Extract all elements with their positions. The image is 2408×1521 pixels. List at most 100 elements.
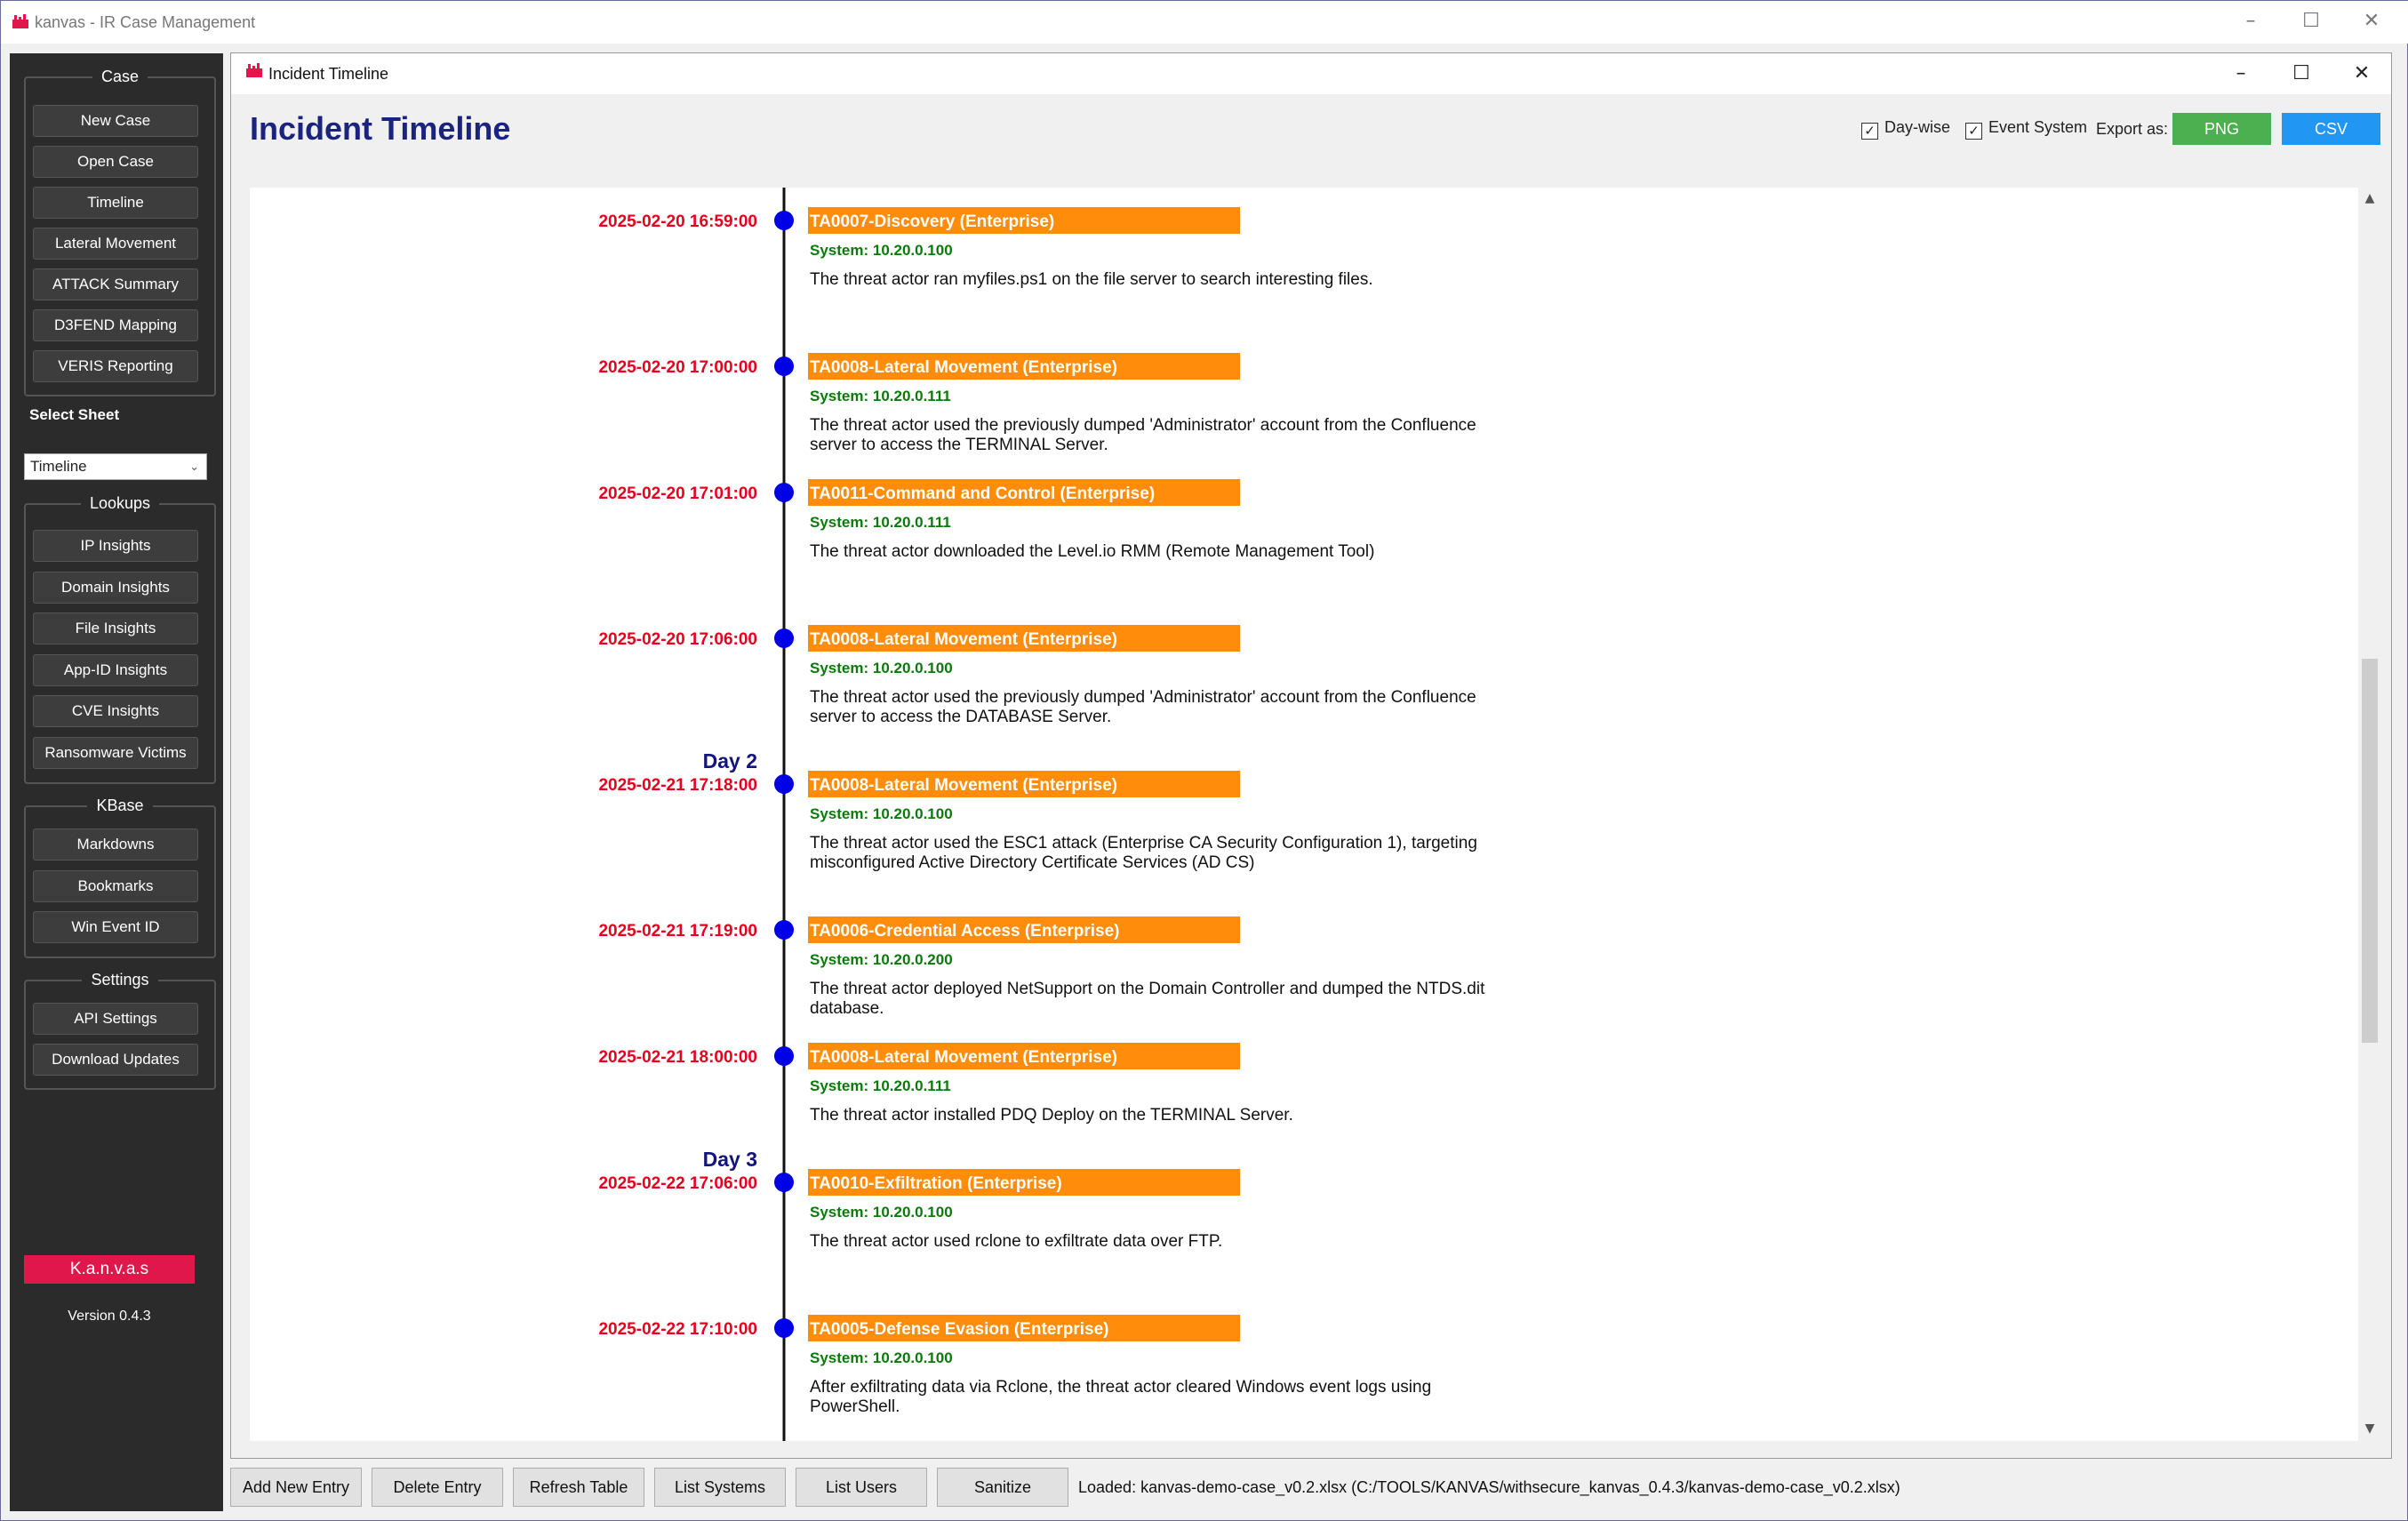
veris-reporting-button[interactable]: VERIS Reporting [33,350,198,382]
app-title: kanvas - IR Case Management [35,13,256,31]
tactic-label: TA0011-Command and Control (Enterprise) [810,484,1155,503]
timeline-button[interactable]: Timeline [33,187,198,219]
markdowns-button[interactable]: Markdowns [33,829,198,861]
bottom-toolbar: Add New Entry Delete Entry Refresh Table… [230,1468,2399,1510]
lateral-movement-button[interactable]: Lateral Movement [33,228,198,260]
timeline-chart: 2025-02-20 16:59:00 TA0007-Discovery (Ent… [598,188,1485,1441]
child-title: Incident Timeline [268,65,389,83]
list-users-button[interactable]: List Users [796,1468,927,1507]
timeline-dot [774,1173,794,1192]
system-label: System: 10.20.0.111 [810,388,951,404]
window-logo-icon [245,62,263,83]
tactic-label: TA0010-Exfiltration (Enterprise) [810,1174,1062,1193]
scrollbar-thumb[interactable] [2362,659,2378,1043]
event-description: The threat actor ran myfiles.ps1 on the … [810,270,1373,289]
kbase-group-title: KBase [87,797,153,814]
file-insights-button[interactable]: File Insights [33,612,198,644]
settings-group-title: Settings [82,971,158,989]
ip-insights-button[interactable]: IP Insights [33,530,198,562]
attack-summary-button[interactable]: ATTACK Summary [33,268,198,300]
ransomware-victims-button[interactable]: Ransomware Victims [33,737,198,769]
export-png-button[interactable]: PNG [2172,113,2271,145]
sidebar: Case New Case Open Case Timeline Lateral… [10,53,223,1511]
window-maximize-icon[interactable]: ☐ [2272,53,2331,94]
timeline-dot [774,774,794,794]
brand-badge: K.a.n.v.a.s [24,1255,195,1284]
system-label: System: 10.20.0.100 [810,1204,953,1221]
checkmark-icon: ✓ [1861,123,1878,140]
status-text: Loaded: kanvas-demo-case_v0.2.xlsx (C:/T… [1078,1478,1900,1496]
window-close-icon[interactable]: ✕ [2332,53,2391,94]
event-time: 2025-02-20 17:06:00 [598,630,757,649]
minimize-icon[interactable]: – [2221,1,2280,44]
timeline-dot [774,356,794,376]
system-label: System: 10.20.0.100 [810,1349,953,1366]
case-group: Case New Case Open Case Timeline Lateral… [24,68,216,396]
event-description: The threat actor deployed NetSupport on … [810,980,1485,998]
event-time: 2025-02-21 18:00:00 [598,1048,757,1067]
event-description: After exfiltrating data via Rclone, the … [810,1378,1431,1397]
scroll-down-icon[interactable]: ▼ [2358,1421,2381,1436]
app-window: kanvas - IR Case Management – ☐ ✕ Case N… [0,0,2408,1521]
event-time: 2025-02-20 17:01:00 [598,484,757,503]
event-time: 2025-02-20 16:59:00 [598,212,757,231]
daywise-checkbox[interactable]: ✓ Day-wise [1861,118,1950,140]
tactic-label: TA0006-Credential Access (Enterprise) [810,922,1119,941]
app-id-insights-button[interactable]: App-ID Insights [33,654,198,686]
maximize-icon[interactable]: ☐ [2282,1,2340,44]
tactic-label: TA0008-Lateral Movement (Enterprise) [810,776,1117,795]
cve-insights-button[interactable]: CVE Insights [33,695,198,727]
day-label: Day 3 [703,1148,757,1171]
open-case-button[interactable]: Open Case [33,146,198,178]
scroll-up-icon[interactable]: ▲ [2358,191,2381,205]
close-icon[interactable]: ✕ [2342,1,2401,44]
list-systems-button[interactable]: List Systems [654,1468,786,1507]
app-titlebar: kanvas - IR Case Management – ☐ ✕ [1,1,2408,44]
timeline-dot [774,920,794,940]
timeline-dot [774,211,794,230]
refresh-table-button[interactable]: Refresh Table [513,1468,644,1507]
domain-insights-button[interactable]: Domain Insights [33,572,198,604]
event-description: PowerShell. [810,1397,900,1416]
system-label: System: 10.20.0.100 [810,660,953,676]
kbase-group: KBase Markdowns Bookmarks Win Event ID [24,797,216,958]
vertical-scrollbar[interactable]: ▲ ▼ [2358,188,2381,1441]
window-minimize-icon[interactable]: – [2212,53,2270,94]
app-logo-icon [12,13,29,34]
system-label: System: 10.20.0.100 [810,242,953,259]
tactic-label: TA0008-Lateral Movement (Enterprise) [810,1048,1117,1067]
event-description: database. [810,999,884,1018]
delete-entry-button[interactable]: Delete Entry [372,1468,503,1507]
tactic-label: TA0005-Defense Evasion (Enterprise) [810,1320,1109,1339]
sheet-select[interactable]: Timeline ⌄ [24,453,207,480]
win-event-id-button[interactable]: Win Event ID [33,911,198,943]
system-label: System: 10.20.0.111 [810,1077,951,1094]
add-new-entry-button[interactable]: Add New Entry [230,1468,362,1507]
event-description: misconfigured Active Directory Certifica… [810,853,1254,872]
bookmarks-button[interactable]: Bookmarks [33,870,198,902]
lookups-group-title: Lookups [80,494,160,512]
timeline-dot [774,1318,794,1338]
system-label: System: 10.20.0.100 [810,805,953,822]
download-updates-button[interactable]: Download Updates [33,1044,198,1076]
export-label: Export as: [2096,120,2169,138]
sanitize-button[interactable]: Sanitize [937,1468,1068,1507]
event-description: The threat actor used rclone to exfiltra… [810,1232,1222,1251]
timeline-dot [774,628,794,648]
child-titlebar: Incident Timeline – ☐ ✕ [231,53,2391,94]
event-system-checkbox[interactable]: ✓ Event System [1965,118,2087,140]
api-settings-button[interactable]: API Settings [33,1003,198,1035]
timeline-dot [774,1046,794,1066]
daywise-label: Day-wise [1884,118,1951,136]
tactic-label: TA0007-Discovery (Enterprise) [810,212,1054,231]
select-sheet-label: Select Sheet [29,406,120,423]
event-description: The threat actor installed PDQ Deploy on… [810,1106,1293,1125]
export-csv-button[interactable]: CSV [2282,113,2380,145]
d3fend-mapping-button[interactable]: D3FEND Mapping [33,309,198,341]
event-time: 2025-02-21 17:18:00 [598,776,757,795]
event-time: 2025-02-21 17:19:00 [598,922,757,941]
page-title: Incident Timeline [250,110,511,147]
new-case-button[interactable]: New Case [33,105,198,137]
event-time: 2025-02-22 17:10:00 [598,1320,757,1339]
timeline-dot [774,483,794,502]
